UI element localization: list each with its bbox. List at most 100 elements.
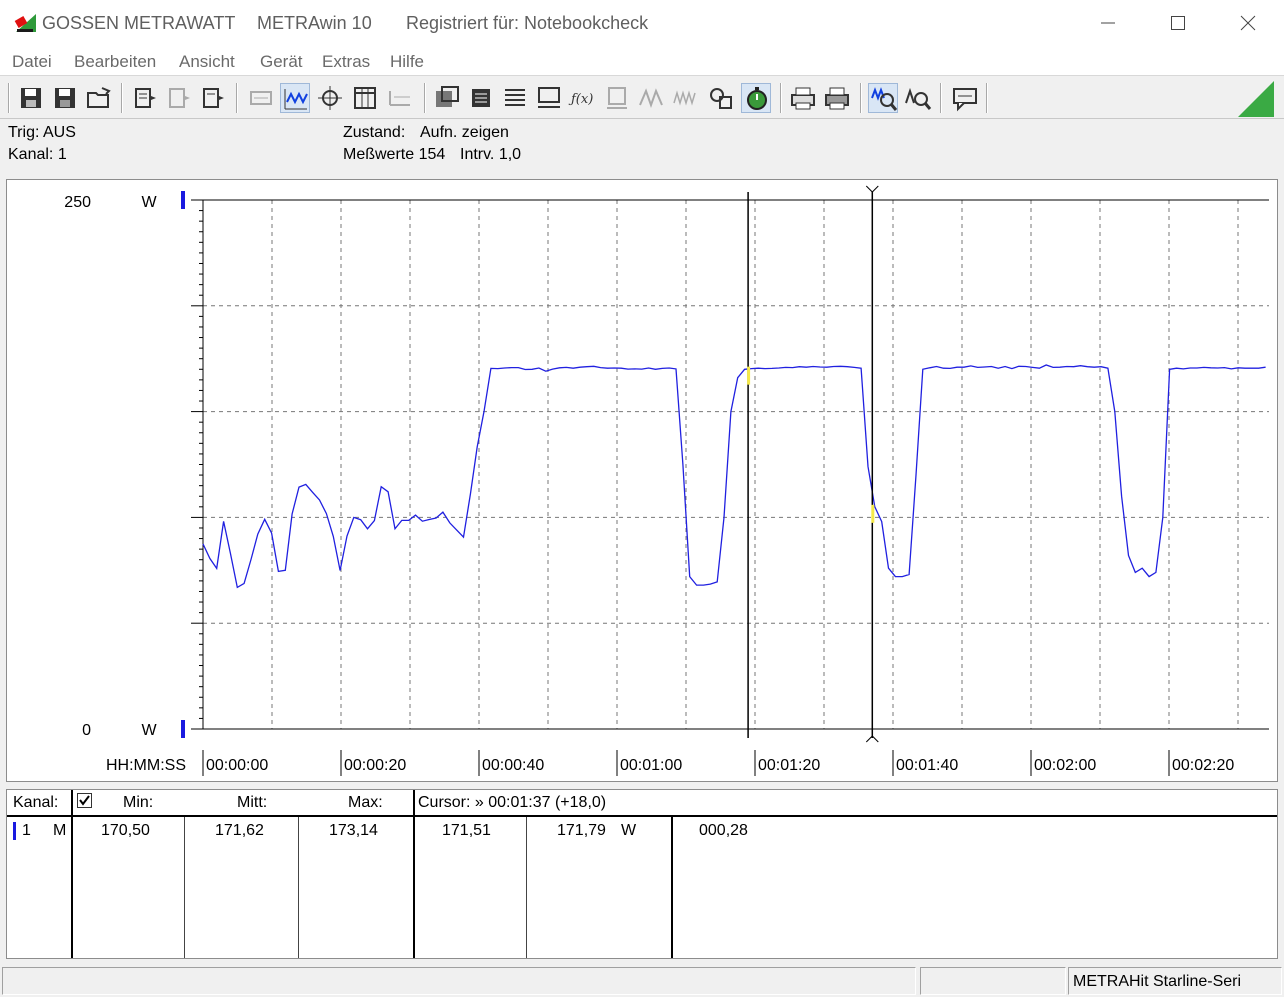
x-axis-label: HH:MM:SS: [106, 757, 186, 774]
x-tick-label: 00:01:40: [896, 757, 958, 774]
status-bar: METRAHit Starline-Seri: [0, 964, 1284, 997]
menu-ansicht[interactable]: Ansicht: [179, 52, 235, 72]
monitor-button[interactable]: [534, 83, 564, 113]
menu-datei[interactable]: Datei: [12, 52, 52, 72]
toolbar-separator: [780, 83, 782, 113]
menu-geraet[interactable]: Gerät: [260, 52, 303, 72]
copy-measure-icon: [710, 88, 732, 109]
zoom-in-icon: [871, 87, 898, 111]
x-tick-label: 00:02:00: [1034, 757, 1096, 774]
column-divider: [671, 817, 673, 958]
stopwatch-icon: [747, 87, 767, 110]
maximize-button[interactable]: [1143, 0, 1213, 46]
header-mitt: Mitt:: [237, 794, 268, 811]
channel-status: Kanal: 1: [8, 146, 67, 163]
trigger-status: Trig: AUS: [8, 124, 76, 141]
waveform-button[interactable]: [280, 83, 310, 113]
svg-text:ƒ(x): ƒ(x): [568, 92, 593, 107]
table-header-divider: [7, 815, 1277, 817]
menu-hilfe[interactable]: Hilfe: [390, 52, 424, 72]
cursor-handle-top[interactable]: [865, 185, 879, 193]
checkmark-icon: [79, 795, 90, 806]
open-folder-icon: [87, 87, 111, 108]
statistics-table: Kanal: Min: Mitt: Max: Cursor: » 00:01:3…: [6, 789, 1278, 959]
maximize-icon: [1171, 16, 1185, 30]
wave-analysis-button[interactable]: [636, 83, 666, 113]
toolbar-separator: [121, 83, 123, 113]
stats-checkbox[interactable]: [77, 793, 92, 808]
x-tick-label: 00:01:00: [620, 757, 682, 774]
print-preview-button[interactable]: [788, 83, 818, 113]
save-button[interactable]: [16, 83, 46, 113]
channel-button[interactable]: [466, 83, 496, 113]
device-write-button[interactable]: [198, 83, 228, 113]
zoom-out-button[interactable]: [903, 83, 933, 113]
menu-extras[interactable]: Extras: [322, 52, 370, 72]
copy-measure-button[interactable]: [706, 83, 736, 113]
list-button[interactable]: [500, 83, 530, 113]
row-channel[interactable]: 1: [22, 822, 31, 840]
row-mode: M: [53, 822, 67, 839]
minimize-icon: [1101, 22, 1115, 24]
channel-color-marker: [13, 822, 16, 840]
stopwatch-button[interactable]: [741, 83, 771, 113]
table-icon: [354, 87, 376, 109]
toolbar-separator: [940, 83, 942, 113]
power-chart[interactable]: 250 W 0 W 00:00:00 00:00:20 00:00:40 00:01:…: [7, 180, 1277, 781]
gossen-logo-icon: [14, 14, 36, 32]
memo-button[interactable]: [246, 83, 276, 113]
memory-button[interactable]: [602, 83, 632, 113]
column-divider: [298, 817, 299, 958]
x-tick-label: 00:00:20: [344, 757, 406, 774]
minimize-button[interactable]: [1073, 0, 1143, 46]
x-tick-label: 00:01:20: [758, 757, 820, 774]
cursor-marker-1: [747, 366, 751, 385]
info-button[interactable]: [950, 83, 980, 113]
memo-icon: [250, 91, 272, 105]
wave-analysis-icon: [639, 88, 663, 108]
y-min-label: 0: [82, 722, 91, 739]
memory-icon: [607, 87, 627, 109]
corner-triangle-icon: [1238, 81, 1274, 117]
device-read-icon: [135, 88, 156, 108]
device-transfer-button[interactable]: [164, 83, 194, 113]
menu-bearbeiten[interactable]: Bearbeiten: [74, 52, 156, 72]
row-unit: W: [621, 822, 637, 839]
x-tick-label: 00:00:40: [482, 757, 544, 774]
zoom-in-button[interactable]: [868, 83, 898, 113]
zoom-out-icon: [905, 87, 932, 110]
row-cursor2: 171,79: [557, 822, 606, 839]
x-tick-label: 00:00:00: [206, 757, 268, 774]
header-kanal: Kanal:: [13, 794, 59, 811]
plot-panel[interactable]: 250 W 0 W 00:00:00 00:00:20 00:00:40 00:01:…: [6, 179, 1278, 782]
y-unit-bottom: W: [141, 722, 157, 739]
sample-count: Meßwerte 154: [343, 146, 446, 163]
open-button[interactable]: [84, 83, 114, 113]
chart-settings-button[interactable]: [432, 83, 462, 113]
status-device: METRAHit Starline-Seri: [1068, 967, 1282, 995]
status-panel-middle: [920, 967, 1066, 995]
bar-grid-button[interactable]: [385, 83, 415, 113]
column-divider: [184, 817, 185, 958]
print-icon: [825, 87, 849, 110]
monitor-icon: [538, 87, 560, 108]
toolbar-separator: [8, 83, 10, 113]
title-bar: GOSSEN METRAWATT METRAwin 10 Registriert…: [0, 0, 1284, 46]
crosshair-icon: [318, 86, 342, 110]
save-as-button[interactable]: [50, 83, 80, 113]
table-button[interactable]: [350, 83, 380, 113]
save-icon: [21, 88, 41, 108]
print-button[interactable]: [822, 83, 852, 113]
brand-title: GOSSEN METRAWATT: [42, 13, 236, 33]
device-read-button[interactable]: [130, 83, 160, 113]
status-panel-main: [2, 967, 916, 995]
toolbar-separator: [860, 83, 862, 113]
formula-button[interactable]: ƒ(x): [568, 83, 598, 113]
row-min: 170,50: [101, 822, 150, 839]
registered-title: Registriert für: Notebookcheck: [406, 13, 649, 33]
close-button[interactable]: [1213, 0, 1283, 46]
wave-filter-button[interactable]: [670, 83, 700, 113]
crosshair-button[interactable]: [315, 83, 345, 113]
toolbar-separator: [236, 83, 238, 113]
y-unit-top: W: [141, 194, 157, 211]
